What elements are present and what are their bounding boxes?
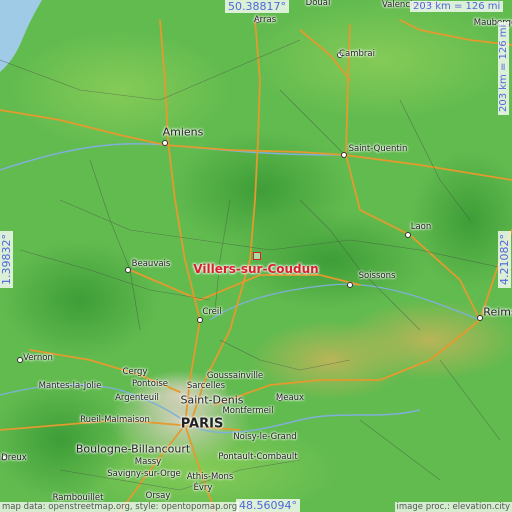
city-label-saint-quentin: Saint-Quentin — [348, 144, 408, 154]
city-label-cambrai: Cambrai — [339, 49, 375, 59]
city-label-argenteuil: Argenteuil — [115, 393, 159, 403]
processing-credit: image proc.: elevation.city — [394, 502, 512, 512]
city-dot — [17, 357, 23, 363]
city-dot — [477, 315, 483, 321]
city-label-montfermeil: Montfermeil — [222, 406, 274, 416]
city-label-saint-denis: Saint-Denis — [180, 393, 244, 407]
city-label-arras: Arras — [253, 15, 277, 25]
city-label-mantes-la-jolie: Mantes-la-Jolie — [38, 381, 102, 391]
scale-right: 203 km = 126 mi — [498, 21, 509, 115]
topographic-map[interactable]: Arras Cambrai Amiens Saint-Quentin Laon … — [0, 0, 512, 512]
city-label-athis-mons: Athis-Mons — [186, 472, 234, 482]
city-label-pontault-combault: Pontault-Combault — [218, 452, 298, 462]
coord-left: 1.39832° — [0, 231, 13, 288]
city-dot — [162, 140, 168, 146]
city-label-paris: PARIS — [180, 416, 224, 432]
city-label-beauvais: Beauvais — [131, 259, 171, 269]
city-label-rueil-malmaison: Rueil-Malmaison — [80, 415, 150, 425]
city-label-laon: Laon — [410, 222, 432, 232]
city-label-evry: Évry — [193, 483, 213, 493]
city-label-meaux: Meaux — [275, 393, 305, 403]
city-label-creil: Creil — [202, 307, 222, 317]
city-label-boulogne-billancourt: Boulogne-Billancourt — [75, 442, 191, 456]
city-label-amiens: Amiens — [162, 125, 204, 139]
coord-right: 4.21082° — [498, 231, 511, 288]
city-dot — [341, 152, 347, 158]
city-dot — [125, 267, 131, 273]
scale-top: 203 km = 126 mi — [410, 1, 504, 12]
city-label-orsay: Orsay — [145, 491, 171, 501]
city-label-dreux: Dreux — [1, 453, 27, 463]
map-credit: map data: openstreetmap.org, style: open… — [0, 502, 240, 512]
city-label-vernon: Vernon — [23, 353, 53, 363]
city-label-soissons: Soissons — [358, 271, 396, 281]
city-dot — [197, 317, 203, 323]
location-label: Villers-sur-Coudun — [193, 262, 319, 276]
city-label-noisy-le-grand: Noisy-le-Grand — [233, 432, 297, 442]
city-label-sarcelles: Sarcelles — [186, 381, 226, 391]
coord-bottom: 48.56094° — [236, 499, 300, 512]
city-label-reims: Reims — [483, 305, 512, 319]
city-label-goussainville: Goussainville — [206, 371, 264, 381]
city-label-massy: Massy — [134, 457, 162, 467]
city-label-pontoise: Pontoise — [132, 379, 168, 389]
city-label-savigny-sur-orge: Savigny-sur-Orge — [107, 469, 181, 479]
city-dot — [405, 232, 411, 238]
city-label-douai: Douai — [305, 0, 331, 8]
coord-top: 50.38817° — [225, 0, 289, 13]
city-dot — [347, 282, 353, 288]
location-marker[interactable] — [253, 252, 261, 260]
city-label-cergy: Cergy — [122, 367, 148, 377]
